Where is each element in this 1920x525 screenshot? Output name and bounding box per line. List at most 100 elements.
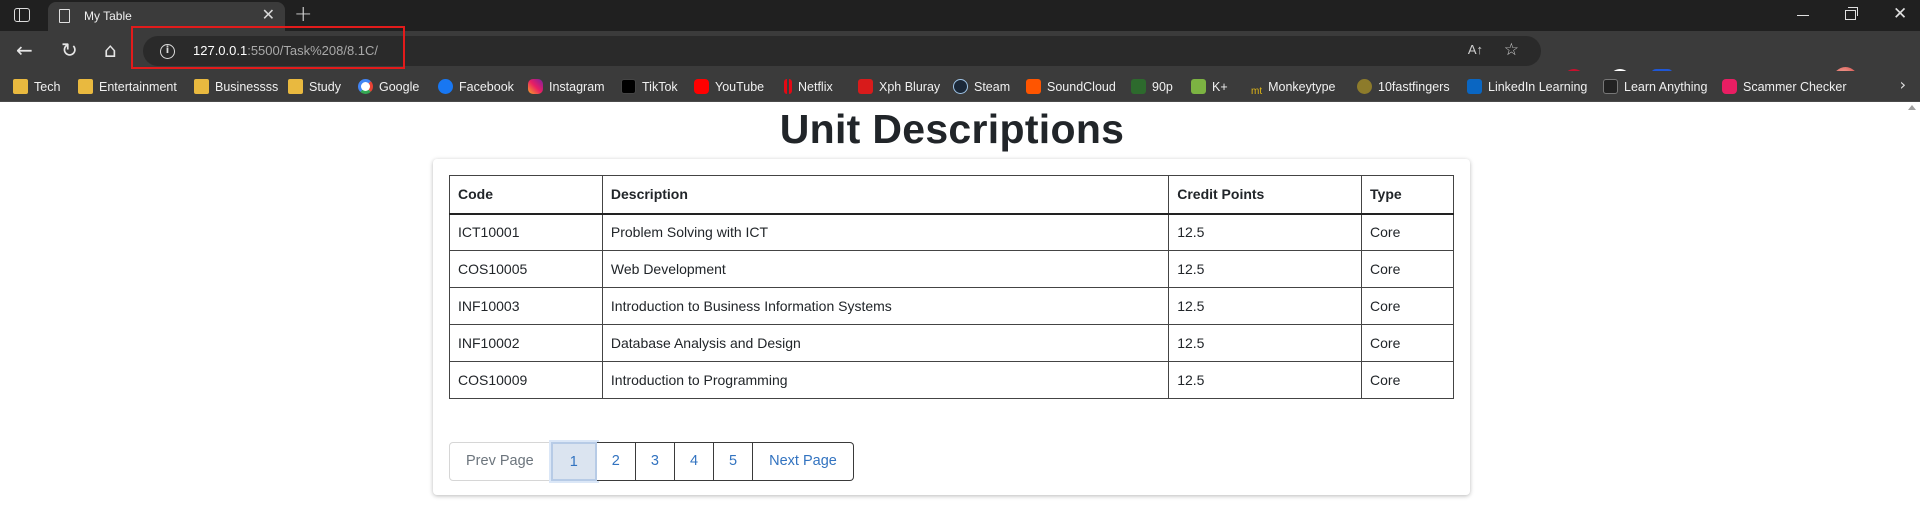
back-arrow-icon[interactable]: ←: [16, 38, 33, 62]
cell-credit-points: 12.5: [1168, 287, 1363, 325]
bookmark-label: SoundCloud: [1047, 80, 1116, 94]
bookmark-label: Instagram: [549, 80, 605, 94]
cell-description: Database Analysis and Design: [601, 324, 1170, 362]
bookmark-instagram[interactable]: Instagram: [528, 77, 605, 97]
bookmark-label: Netflix: [798, 80, 833, 94]
pagination: Prev Page 1 2 3 4 5 Next Page: [449, 442, 854, 481]
page-button-2[interactable]: 2: [596, 442, 636, 481]
bookmark-kplus[interactable]: K+: [1191, 77, 1228, 97]
chevron-right-icon[interactable]: ›: [1900, 75, 1906, 94]
cell-description: Introduction to Programming: [601, 361, 1170, 399]
folder-icon: [194, 79, 209, 94]
cell-type: Core: [1361, 250, 1454, 288]
bookmark-soundcloud[interactable]: SoundCloud: [1026, 77, 1116, 97]
steam-icon: [953, 79, 968, 94]
page-button-1[interactable]: 1: [550, 442, 597, 481]
column-header-type: Type: [1361, 175, 1454, 215]
table-row: COS10009 Introduction to Programming 12.…: [449, 361, 1454, 399]
bookmark-label: Facebook: [459, 80, 514, 94]
page-button-4[interactable]: 4: [674, 442, 715, 481]
bookmark-tech[interactable]: Tech: [13, 77, 60, 97]
page-button-5[interactable]: 5: [714, 442, 754, 481]
tab-title: My Table: [84, 9, 132, 23]
bookmark-entertainment[interactable]: Entertainment: [78, 77, 177, 97]
bookmark-businessss[interactable]: Businessss: [194, 77, 278, 97]
bookmark-10fastfingers[interactable]: 10fastfingers: [1357, 77, 1450, 97]
cell-description: Problem Solving with ICT: [601, 213, 1170, 251]
bookmark-tiktok[interactable]: TikTok: [621, 77, 678, 97]
page-title: Unit Descriptions: [779, 106, 1125, 152]
bookmark-label: 90p: [1152, 80, 1173, 94]
window-close-icon[interactable]: ✕: [1893, 4, 1907, 24]
folder-icon: [288, 79, 303, 94]
bookmark-label: Scammer Checker: [1743, 80, 1847, 94]
table-row: ICT10001 Problem Solving with ICT 12.5 C…: [449, 213, 1454, 251]
bookmark-xph-bluray[interactable]: Xph Bluray: [858, 77, 940, 97]
bookmark-90p[interactable]: 90p: [1131, 77, 1173, 97]
table-row: INF10003 Introduction to Business Inform…: [449, 287, 1454, 325]
netflix-icon: [784, 79, 792, 94]
instagram-icon: [528, 79, 543, 94]
cell-code: COS10009: [449, 361, 603, 399]
bookmark-label: Study: [309, 80, 341, 94]
page-button-3[interactable]: 3: [635, 442, 675, 481]
bookmark-scammer-checker[interactable]: Scammer Checker: [1722, 77, 1847, 97]
cell-type: Core: [1361, 287, 1454, 325]
youtube-icon: [694, 79, 709, 94]
cell-code: ICT10001: [449, 213, 603, 251]
kplus-icon: [1191, 79, 1206, 94]
xph-icon: [858, 79, 873, 94]
bookmark-label: Learn Anything: [1624, 80, 1708, 94]
soundcloud-icon: [1026, 79, 1041, 94]
bookmark-linkedin-learning[interactable]: LinkedIn Learning: [1467, 77, 1587, 97]
bookmark-label: Tech: [34, 80, 61, 94]
bookmark-study[interactable]: Study: [288, 77, 341, 97]
facebook-icon: [438, 79, 453, 94]
units-table: Code Description Credit Points Type ICT1…: [449, 175, 1454, 399]
table-header-row: Code Description Credit Points Type: [449, 175, 1454, 215]
page-icon: [59, 9, 70, 23]
cell-code: INF10002: [449, 324, 603, 362]
table-row: COS10005 Web Development 12.5 Core: [449, 250, 1454, 288]
new-tab-icon[interactable]: +: [294, 2, 312, 28]
bookmark-facebook[interactable]: Facebook: [438, 77, 514, 97]
next-page-button[interactable]: Next Page: [753, 442, 854, 481]
cell-credit-points: 12.5: [1168, 324, 1363, 362]
cell-type: Core: [1361, 324, 1454, 362]
bookmark-label: TikTok: [642, 80, 678, 94]
home-icon[interactable]: ⌂: [104, 38, 117, 62]
page-content: Unit Descriptions Code Description Credi…: [0, 102, 1920, 525]
bookmark-label: K+: [1212, 80, 1228, 94]
reload-icon[interactable]: ↻: [61, 38, 78, 62]
cell-credit-points: 12.5: [1168, 213, 1363, 251]
restore-icon[interactable]: [1845, 7, 1858, 20]
bookmark-monkeytype[interactable]: mt Monkeytype: [1251, 77, 1336, 97]
10fastfingers-icon: [1357, 79, 1372, 94]
cell-type: Core: [1361, 213, 1454, 251]
bookmark-label: Steam: [974, 80, 1011, 94]
bookmark-label: Businessss: [215, 80, 279, 94]
bookmark-label: Xph Bluray: [879, 80, 941, 94]
learn-anything-icon: [1603, 79, 1618, 94]
bookmark-netflix[interactable]: Netflix: [784, 77, 833, 97]
read-aloud-icon[interactable]: A↑: [1468, 42, 1483, 57]
minimize-icon[interactable]: [1797, 15, 1809, 16]
favorite-star-icon[interactable]: ☆: [1504, 40, 1519, 60]
scroll-up-arrow-icon[interactable]: [1908, 105, 1916, 110]
bookmark-label: YouTube: [715, 80, 765, 94]
bookmarks-bar: Tech Entertainment Businessss Study Goog…: [0, 71, 1920, 102]
folder-icon: [78, 79, 93, 94]
tab-actions-icon[interactable]: [14, 8, 30, 22]
bookmark-learn-anything[interactable]: Learn Anything: [1603, 77, 1707, 97]
cell-description: Web Development: [601, 250, 1170, 288]
bookmark-steam[interactable]: Steam: [953, 77, 1010, 97]
bookmark-youtube[interactable]: YouTube: [694, 77, 764, 97]
close-tab-icon[interactable]: ✕: [262, 6, 275, 24]
prev-page-button[interactable]: Prev Page: [449, 442, 551, 481]
column-header-description: Description: [601, 175, 1170, 215]
90p-icon: [1131, 79, 1146, 94]
cell-type: Core: [1361, 361, 1454, 399]
cell-code: INF10003: [449, 287, 603, 325]
cell-code: COS10005: [449, 250, 603, 288]
bookmark-google[interactable]: Google: [358, 77, 419, 97]
